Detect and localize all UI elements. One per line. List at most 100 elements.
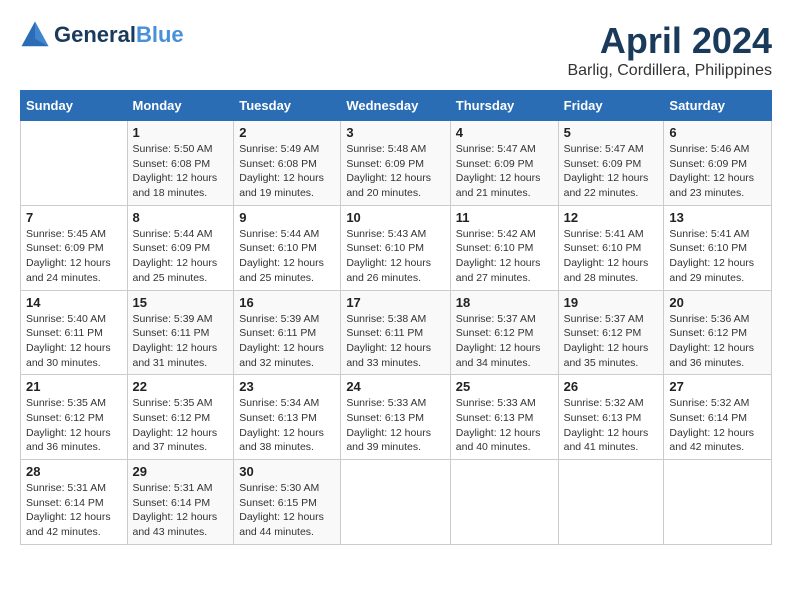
header-thursday: Thursday: [450, 91, 558, 121]
calendar-header-row: SundayMondayTuesdayWednesdayThursdayFrid…: [21, 91, 772, 121]
day-info: Sunrise: 5:41 AM Sunset: 6:10 PM Dayligh…: [669, 227, 766, 286]
calendar-cell: [558, 460, 664, 545]
calendar-week-2: 7Sunrise: 5:45 AM Sunset: 6:09 PM Daylig…: [21, 205, 772, 290]
day-info: Sunrise: 5:37 AM Sunset: 6:12 PM Dayligh…: [564, 312, 659, 371]
logo: GeneralBlue: [20, 20, 184, 50]
calendar-cell: 26Sunrise: 5:32 AM Sunset: 6:13 PM Dayli…: [558, 375, 664, 460]
calendar-cell: 24 Sunrise: 5:33 AM Sunset: 6:13 PM Dayli…: [341, 375, 450, 460]
calendar-cell: 18 Sunrise: 5:37 AM Sunset: 6:12 PM Dayli…: [450, 290, 558, 375]
day-number: 24: [346, 379, 444, 394]
calendar-cell: [341, 460, 450, 545]
day-info: Sunrise: 5:31 AM Sunset: 6:14 PM Dayligh…: [133, 481, 229, 540]
calendar-cell: 25 Sunrise: 5:33 AM Sunset: 6:13 PM Dayli…: [450, 375, 558, 460]
page-header: GeneralBlue April 2024 Barlig, Cordiller…: [20, 20, 772, 80]
calendar-cell: 17 Sunrise: 5:38 AM Sunset: 6:11 PM Dayli…: [341, 290, 450, 375]
calendar-cell: [664, 460, 772, 545]
day-info: Sunrise: 5:44 AM Sunset: 6:09 PM Dayligh…: [133, 227, 229, 286]
calendar-cell: 21Sunrise: 5:35 AM Sunset: 6:12 PM Dayli…: [21, 375, 128, 460]
day-number: 22: [133, 379, 229, 394]
calendar-cell: 27Sunrise: 5:32 AM Sunset: 6:14 PM Dayli…: [664, 375, 772, 460]
calendar-week-4: 21 Sunrise: 5:35 AM Sunset: 6:12 PM Dayli…: [21, 375, 772, 460]
day-info: Sunrise: 5:46 AM Sunset: 6:09 PM Dayligh…: [669, 142, 766, 201]
header-tuesday: Tuesday: [234, 91, 341, 121]
day-info: Sunrise: 5:38 AM Sunset: 6:11 PM Dayligh…: [346, 312, 444, 371]
day-number: 18: [456, 295, 553, 310]
day-number: 10: [346, 210, 444, 225]
calendar-cell: 19 Sunrise: 5:37 AM Sunset: 6:12 PM Dayli…: [558, 290, 664, 375]
day-number: 28: [26, 464, 122, 479]
day-info: Sunrise: 5:30 AM Sunset: 6:15 PM Dayligh…: [239, 481, 335, 540]
calendar-cell: 1 Sunrise: 5:50 AM Sunset: 6:08 PM Daylig…: [127, 121, 234, 206]
day-number: 9: [239, 210, 335, 225]
calendar-cell: [450, 460, 558, 545]
calendar-cell: 29 Sunrise: 5:31 AM Sunset: 6:14 PM Dayli…: [127, 460, 234, 545]
day-number: 14: [26, 295, 122, 310]
day-info: Sunrise: 5:31 AM Sunset: 6:14 PM Dayligh…: [26, 481, 122, 540]
calendar-cell: 7Sunrise: 5:45 AM Sunset: 6:09 PM Daylig…: [21, 205, 128, 290]
day-number: 6: [669, 125, 766, 140]
day-info: Sunrise: 5:32 AM Sunset: 6:13 PM Dayligh…: [564, 396, 659, 455]
calendar-cell: 10 Sunrise: 5:43 AM Sunset: 6:10 PM Dayli…: [341, 205, 450, 290]
calendar-week-3: 14 Sunrise: 5:40 AM Sunset: 6:11 PM Dayli…: [21, 290, 772, 375]
day-info: Sunrise: 5:39 AM Sunset: 6:11 PM Dayligh…: [239, 312, 335, 371]
day-number: 8: [133, 210, 229, 225]
day-number: 21: [26, 379, 122, 394]
day-info: Sunrise: 5:34 AM Sunset: 6:13 PM Dayligh…: [239, 396, 335, 455]
day-number: 17: [346, 295, 444, 310]
header-monday: Monday: [127, 91, 234, 121]
day-info: Sunrise: 5:43 AM Sunset: 6:10 PM Dayligh…: [346, 227, 444, 286]
calendar-week-5: 28 Sunrise: 5:31 AM Sunset: 6:14 PM Dayli…: [21, 460, 772, 545]
day-number: 15: [133, 295, 229, 310]
day-info: Sunrise: 5:39 AM Sunset: 6:11 PM Dayligh…: [133, 312, 229, 371]
calendar-cell: 5Sunrise: 5:47 AM Sunset: 6:09 PM Daylig…: [558, 121, 664, 206]
calendar-cell: 8 Sunrise: 5:44 AM Sunset: 6:09 PM Daylig…: [127, 205, 234, 290]
day-info: Sunrise: 5:44 AM Sunset: 6:10 PM Dayligh…: [239, 227, 335, 286]
calendar-cell: 2Sunrise: 5:49 AM Sunset: 6:08 PM Daylig…: [234, 121, 341, 206]
day-info: Sunrise: 5:41 AM Sunset: 6:10 PM Dayligh…: [564, 227, 659, 286]
month-title: April 2024: [567, 20, 772, 62]
day-info: Sunrise: 5:40 AM Sunset: 6:11 PM Dayligh…: [26, 312, 122, 371]
day-number: 16: [239, 295, 335, 310]
day-number: 27: [669, 379, 766, 394]
calendar-cell: 22 Sunrise: 5:35 AM Sunset: 6:12 PM Dayli…: [127, 375, 234, 460]
day-number: 19: [564, 295, 659, 310]
day-number: 20: [669, 295, 766, 310]
calendar-cell: 14 Sunrise: 5:40 AM Sunset: 6:11 PM Dayli…: [21, 290, 128, 375]
calendar-cell: 13 Sunrise: 5:41 AM Sunset: 6:10 PM Dayli…: [664, 205, 772, 290]
title-block: April 2024 Barlig, Cordillera, Philippin…: [567, 20, 772, 80]
day-number: 12: [564, 210, 659, 225]
calendar-cell: 9 Sunrise: 5:44 AM Sunset: 6:10 PM Daylig…: [234, 205, 341, 290]
header-sunday: Sunday: [21, 91, 128, 121]
calendar-cell: [21, 121, 128, 206]
calendar-table: SundayMondayTuesdayWednesdayThursdayFrid…: [20, 90, 772, 545]
calendar-cell: 11 Sunrise: 5:42 AM Sunset: 6:10 PM Dayli…: [450, 205, 558, 290]
day-number: 23: [239, 379, 335, 394]
logo-icon: [20, 20, 50, 50]
day-number: 11: [456, 210, 553, 225]
day-number: 1: [133, 125, 229, 140]
day-info: Sunrise: 5:45 AM Sunset: 6:09 PM Dayligh…: [26, 227, 122, 286]
day-number: 13: [669, 210, 766, 225]
day-info: Sunrise: 5:37 AM Sunset: 6:12 PM Dayligh…: [456, 312, 553, 371]
day-info: Sunrise: 5:35 AM Sunset: 6:12 PM Dayligh…: [133, 396, 229, 455]
header-saturday: Saturday: [664, 91, 772, 121]
day-info: Sunrise: 5:48 AM Sunset: 6:09 PM Dayligh…: [346, 142, 444, 201]
day-number: 4: [456, 125, 553, 140]
day-info: Sunrise: 5:47 AM Sunset: 6:09 PM Dayligh…: [456, 142, 553, 201]
day-info: Sunrise: 5:36 AM Sunset: 6:12 PM Dayligh…: [669, 312, 766, 371]
day-info: Sunrise: 5:33 AM Sunset: 6:13 PM Dayligh…: [346, 396, 444, 455]
calendar-cell: 6 Sunrise: 5:46 AM Sunset: 6:09 PM Daylig…: [664, 121, 772, 206]
day-number: 3: [346, 125, 444, 140]
day-number: 29: [133, 464, 229, 479]
calendar-week-1: 1 Sunrise: 5:50 AM Sunset: 6:08 PM Daylig…: [21, 121, 772, 206]
calendar-cell: 23 Sunrise: 5:34 AM Sunset: 6:13 PM Dayli…: [234, 375, 341, 460]
day-number: 25: [456, 379, 553, 394]
calendar-cell: 28 Sunrise: 5:31 AM Sunset: 6:14 PM Dayli…: [21, 460, 128, 545]
day-info: Sunrise: 5:49 AM Sunset: 6:08 PM Dayligh…: [239, 142, 335, 201]
header-wednesday: Wednesday: [341, 91, 450, 121]
logo-text: GeneralBlue: [54, 23, 184, 47]
day-number: 5: [564, 125, 659, 140]
day-info: Sunrise: 5:42 AM Sunset: 6:10 PM Dayligh…: [456, 227, 553, 286]
day-info: Sunrise: 5:33 AM Sunset: 6:13 PM Dayligh…: [456, 396, 553, 455]
day-info: Sunrise: 5:50 AM Sunset: 6:08 PM Dayligh…: [133, 142, 229, 201]
